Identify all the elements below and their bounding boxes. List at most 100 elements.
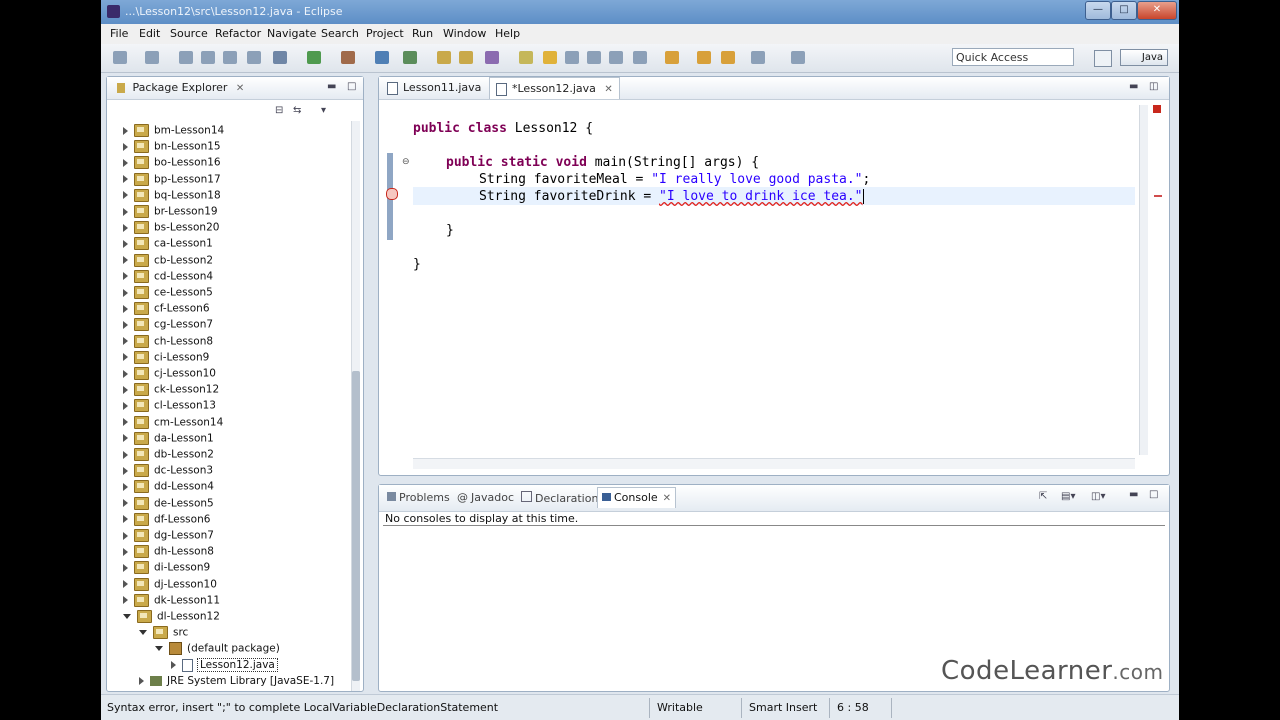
title-bar[interactable]: ...\Lesson12\src\Lesson12.java - Eclipse… bbox=[101, 0, 1179, 24]
tree-item-jre-library[interactable]: JRE System Library [JavaSE-1.7] bbox=[139, 675, 334, 691]
link-with-editor-icon[interactable]: ⇆ bbox=[293, 105, 301, 116]
tree-item-project[interactable]: dc-Lesson3 bbox=[123, 464, 213, 480]
back-icon[interactable] bbox=[697, 51, 711, 64]
collapsed-arrow-icon[interactable] bbox=[123, 563, 128, 572]
menu-source[interactable]: Source bbox=[170, 27, 208, 40]
last-edit-icon[interactable] bbox=[665, 51, 679, 64]
minimize-view-icon[interactable]: ▬ bbox=[327, 81, 336, 92]
forward-icon[interactable] bbox=[721, 51, 735, 64]
menu-search[interactable]: Search bbox=[321, 27, 359, 40]
editor-tab-lesson12[interactable]: *Lesson12.java ✕ bbox=[489, 77, 620, 99]
search-icon[interactable] bbox=[485, 51, 499, 64]
collapsed-arrow-icon[interactable] bbox=[123, 320, 128, 329]
display-console-icon[interactable]: ▤▾ bbox=[1061, 491, 1075, 502]
external-tools-icon[interactable] bbox=[341, 51, 355, 64]
overview-ruler-mark[interactable] bbox=[1154, 195, 1162, 197]
tree-item-project[interactable]: bn-Lesson15 bbox=[123, 140, 221, 156]
collapsed-arrow-icon[interactable] bbox=[123, 418, 128, 427]
collapsed-arrow-icon[interactable] bbox=[123, 126, 128, 135]
collapsed-arrow-icon[interactable] bbox=[123, 547, 128, 556]
tree-item-project[interactable]: dh-Lesson8 bbox=[123, 545, 214, 561]
menu-navigate[interactable]: Navigate bbox=[267, 27, 316, 40]
collapsed-arrow-icon[interactable] bbox=[123, 369, 128, 378]
open-type-icon[interactable] bbox=[145, 51, 159, 64]
collapsed-arrow-icon[interactable] bbox=[123, 531, 128, 540]
quick-access-input[interactable]: Quick Access bbox=[952, 48, 1074, 66]
collapsed-arrow-icon[interactable] bbox=[123, 191, 128, 200]
tree-scrollbar[interactable] bbox=[351, 121, 360, 691]
tree-item-project[interactable]: cl-Lesson13 bbox=[123, 399, 216, 415]
new-icon[interactable] bbox=[113, 51, 127, 64]
maximize-view-icon[interactable]: □ bbox=[1149, 489, 1158, 500]
debug-icon[interactable] bbox=[273, 51, 287, 64]
close-icon[interactable]: ✕ bbox=[604, 84, 612, 95]
tree-item-project[interactable]: da-Lesson1 bbox=[123, 431, 214, 448]
menu-window[interactable]: Window bbox=[443, 27, 486, 40]
next-annotation-icon[interactable] bbox=[633, 51, 647, 64]
tree-item-project[interactable]: bm-Lesson14 bbox=[123, 124, 224, 140]
collapsed-arrow-icon[interactable] bbox=[123, 304, 128, 313]
tree-item-project[interactable]: ca-Lesson1 bbox=[123, 237, 213, 253]
forward-history-icon[interactable] bbox=[751, 51, 765, 64]
tree-item-project[interactable]: di-Lesson9 bbox=[123, 561, 210, 577]
editor-hscrollbar[interactable] bbox=[413, 458, 1135, 469]
tree-item-project[interactable]: bp-Lesson17 bbox=[123, 172, 221, 189]
open-perspective-icon[interactable] bbox=[1094, 50, 1112, 67]
tree-item-project[interactable]: cm-Lesson14 bbox=[123, 415, 223, 432]
collapsed-arrow-icon[interactable] bbox=[123, 288, 128, 297]
collapsed-arrow-icon[interactable] bbox=[123, 580, 128, 589]
collapsed-arrow-icon[interactable] bbox=[123, 466, 128, 475]
view-menu-icon[interactable]: ▾ bbox=[321, 105, 326, 116]
fold-icon[interactable]: ⊖ bbox=[402, 157, 410, 167]
collapse-all-icon[interactable]: ⊟ bbox=[275, 105, 283, 116]
new-console-icon[interactable]: ◫▾ bbox=[1091, 491, 1105, 502]
collapsed-arrow-icon[interactable] bbox=[123, 515, 128, 524]
collapsed-arrow-icon[interactable] bbox=[123, 207, 128, 216]
run-icon[interactable] bbox=[307, 51, 321, 64]
expanded-arrow-icon[interactable] bbox=[123, 614, 131, 619]
tree-scroll-thumb[interactable] bbox=[352, 371, 360, 681]
maximize-view-icon[interactable]: □ bbox=[347, 81, 356, 92]
editor-tab-lesson11[interactable]: Lesson11.java bbox=[381, 77, 487, 99]
collapsed-arrow-icon[interactable] bbox=[123, 272, 128, 281]
collapsed-arrow-icon[interactable] bbox=[123, 482, 128, 491]
open-resource-icon[interactable] bbox=[459, 51, 473, 64]
tree-item-project[interactable]: bq-Lesson18 bbox=[123, 188, 221, 205]
collapsed-arrow-icon[interactable] bbox=[123, 158, 128, 167]
collapsed-arrow-icon[interactable] bbox=[123, 142, 128, 151]
expanded-arrow-icon[interactable] bbox=[139, 630, 147, 636]
overview-error-icon[interactable] bbox=[1153, 105, 1161, 113]
tree-item-project[interactable]: de-Lesson5 bbox=[123, 496, 214, 513]
editor-scrollbar[interactable] bbox=[1139, 105, 1148, 455]
menu-edit[interactable]: Edit bbox=[139, 27, 160, 40]
tab-declaration[interactable]: Declaration bbox=[521, 491, 598, 505]
collapsed-arrow-icon[interactable] bbox=[123, 337, 128, 346]
package-explorer-tab[interactable]: Package Explorer ✕ bbox=[117, 81, 244, 94]
tab-javadoc[interactable]: @ Javadoc bbox=[457, 491, 514, 504]
pin-editor-icon[interactable] bbox=[791, 51, 805, 64]
collapsed-arrow-icon[interactable] bbox=[123, 175, 128, 184]
tab-console[interactable]: Console ✕ bbox=[597, 487, 677, 508]
collapsed-arrow-icon[interactable] bbox=[123, 596, 128, 605]
tree-item-project[interactable]: ce-Lesson5 bbox=[123, 286, 213, 302]
minimize-button[interactable]: — bbox=[1085, 1, 1111, 20]
collapsed-arrow-icon[interactable] bbox=[123, 256, 128, 265]
menu-refactor[interactable]: Refactor bbox=[215, 27, 261, 40]
maximize-button[interactable]: □ bbox=[1111, 1, 1137, 20]
close-button[interactable]: ✕ bbox=[1137, 1, 1177, 20]
tree-item-project[interactable]: cg-Lesson7 bbox=[123, 318, 213, 334]
new-package-icon[interactable] bbox=[403, 51, 417, 64]
tree-item-project[interactable]: cj-Lesson10 bbox=[123, 367, 216, 383]
status-insert-mode[interactable]: Smart Insert bbox=[749, 701, 817, 714]
collapsed-arrow-icon[interactable] bbox=[123, 353, 128, 362]
collapsed-arrow-icon[interactable] bbox=[123, 239, 128, 248]
tree-item-src[interactable]: src bbox=[139, 626, 188, 642]
tree-item-project[interactable]: bs-Lesson20 bbox=[123, 221, 219, 237]
collapsed-arrow-icon[interactable] bbox=[123, 450, 128, 459]
tree-item-project[interactable]: dg-Lesson7 bbox=[123, 529, 214, 545]
tree-item-project[interactable]: db-Lesson2 bbox=[123, 448, 214, 464]
tree-item-project[interactable]: dd-Lesson4 bbox=[123, 480, 214, 496]
maximize-editor-icon[interactable]: ◫ bbox=[1149, 81, 1158, 92]
open-console-icon[interactable]: ⇱ bbox=[1039, 491, 1047, 502]
toggle-icon[interactable] bbox=[247, 51, 261, 64]
